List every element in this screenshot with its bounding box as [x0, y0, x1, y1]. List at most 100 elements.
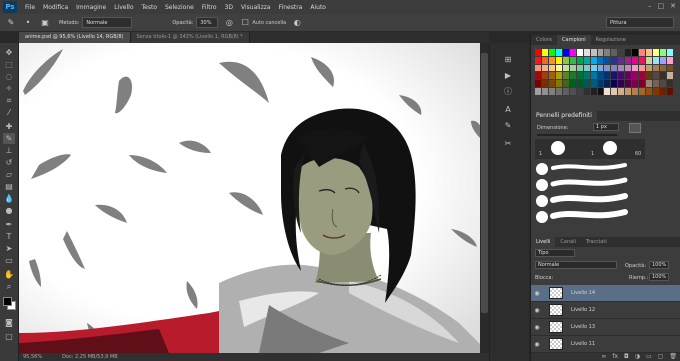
gradient-tool-icon[interactable]: ▤: [3, 181, 15, 192]
tab-campioni[interactable]: Campioni: [557, 35, 591, 45]
layer-filter-select[interactable]: Tipo: [535, 249, 575, 257]
color-swatch[interactable]: [562, 56, 569, 64]
color-swatch[interactable]: [569, 72, 576, 80]
marquee-tool-icon[interactable]: ⬚: [3, 59, 15, 70]
color-swatch[interactable]: [535, 88, 541, 95]
new-preset-icon[interactable]: [629, 123, 641, 133]
color-swatch[interactable]: [632, 88, 639, 95]
new-layer-icon[interactable]: ▢: [658, 353, 664, 361]
color-swatch[interactable]: [667, 64, 673, 72]
color-swatch[interactable]: [590, 88, 597, 95]
eraser-tool-icon[interactable]: ▱: [3, 169, 15, 180]
color-swatch[interactable]: [562, 64, 569, 72]
color-swatch[interactable]: [583, 88, 590, 95]
brush-presets-title[interactable]: Pennelli predefiniti: [531, 111, 597, 121]
color-swatch[interactable]: [604, 64, 611, 72]
color-swatch[interactable]: [639, 64, 646, 72]
layer-style-icon[interactable]: fx: [612, 353, 618, 361]
color-swatch[interactable]: [535, 80, 541, 88]
color-swatch[interactable]: [576, 56, 583, 64]
crop-tool-icon[interactable]: ⌗: [3, 95, 15, 106]
color-swatch[interactable]: [611, 88, 618, 95]
color-swatch[interactable]: [583, 49, 590, 56]
color-swatch[interactable]: [625, 88, 632, 95]
add-mask-icon[interactable]: ◘: [624, 353, 629, 361]
path-select-tool-icon[interactable]: ➤: [3, 243, 15, 254]
color-swatch[interactable]: [660, 56, 667, 64]
color-swatch[interactable]: [541, 56, 548, 64]
color-swatch[interactable]: [611, 80, 618, 88]
color-swatch[interactable]: [555, 64, 562, 72]
color-swatch[interactable]: [646, 64, 653, 72]
color-swatch[interactable]: [569, 56, 576, 64]
quick-select-tool-icon[interactable]: ✧: [3, 83, 15, 94]
actions-panel-icon[interactable]: ▶: [501, 69, 515, 81]
color-swatch[interactable]: [632, 80, 639, 88]
color-swatch[interactable]: [639, 49, 646, 56]
foreground-color-swatch-top[interactable]: [3, 297, 12, 306]
auto-cancella-checkbox[interactable]: ☐: [239, 17, 251, 29]
color-swatch[interactable]: [611, 64, 618, 72]
color-swatch[interactable]: [653, 49, 660, 56]
color-swatch[interactable]: [569, 49, 576, 56]
menu-file[interactable]: File: [25, 4, 35, 11]
color-swatch[interactable]: [667, 72, 673, 80]
tool-presets-icon[interactable]: ✂: [501, 137, 515, 149]
color-swatch[interactable]: [660, 64, 667, 72]
color-swatch[interactable]: [590, 56, 597, 64]
layer-fill-input[interactable]: 100%: [649, 273, 669, 281]
color-swatch[interactable]: [576, 80, 583, 88]
color-swatch[interactable]: [590, 80, 597, 88]
color-swatch[interactable]: [660, 49, 667, 56]
close-icon[interactable]: ✕: [670, 2, 676, 10]
color-swatch[interactable]: [597, 64, 604, 72]
color-swatch[interactable]: [569, 64, 576, 72]
lasso-tool-icon[interactable]: ◌: [3, 71, 15, 82]
color-swatch[interactable]: [535, 56, 541, 64]
color-swatch[interactable]: [541, 64, 548, 72]
menu-livello[interactable]: Livello: [114, 4, 133, 11]
color-swatch[interactable]: [541, 88, 548, 95]
color-swatch[interactable]: [583, 56, 590, 64]
menu-immagine[interactable]: Immagine: [76, 4, 106, 11]
color-swatch[interactable]: [639, 72, 646, 80]
color-swatch[interactable]: [590, 72, 597, 80]
color-swatch[interactable]: [625, 56, 632, 64]
color-swatch[interactable]: [555, 56, 562, 64]
color-swatch[interactable]: [632, 72, 639, 80]
color-swatch[interactable]: [653, 80, 660, 88]
move-tool-icon[interactable]: ✥: [3, 47, 15, 58]
color-swatch[interactable]: [667, 88, 673, 95]
color-swatch[interactable]: [625, 64, 632, 72]
color-swatch[interactable]: [618, 88, 625, 95]
color-swatch[interactable]: [548, 64, 555, 72]
brush-tip-hard-round[interactable]: [551, 141, 565, 155]
brush-panel-icon[interactable]: ✎: [501, 119, 515, 131]
color-swatch[interactable]: [562, 49, 569, 56]
color-swatch[interactable]: [583, 72, 590, 80]
color-swatch[interactable]: [535, 49, 541, 56]
color-swatch[interactable]: [541, 80, 548, 88]
opacita-input[interactable]: 30%: [196, 17, 219, 28]
color-swatch[interactable]: [660, 72, 667, 80]
healing-tool-icon[interactable]: ✚: [3, 121, 15, 132]
color-swatch[interactable]: [535, 72, 541, 80]
hand-tool-icon[interactable]: ✋: [3, 269, 15, 280]
delete-layer-icon[interactable]: 🗑: [669, 353, 677, 361]
screen-mode-icon[interactable]: ▢: [3, 331, 15, 342]
color-swatch[interactable]: [597, 72, 604, 80]
blend-mode-select[interactable]: Normale: [535, 261, 617, 269]
color-swatch[interactable]: [548, 80, 555, 88]
color-swatch[interactable]: [562, 80, 569, 88]
brush-tool-icon[interactable]: ✎: [3, 133, 15, 144]
eye-icon[interactable]: ◉: [531, 290, 543, 297]
info-panel-icon[interactable]: ⓘ: [501, 85, 515, 97]
color-swatch[interactable]: [541, 49, 548, 56]
tab-anime[interactable]: anime.psd @ 95,6% (Livello 14, RGB/8): [19, 32, 131, 43]
color-swatch[interactable]: [555, 88, 562, 95]
color-swatch[interactable]: [646, 88, 653, 95]
color-swatch[interactable]: [583, 64, 590, 72]
menu-filtro[interactable]: Filtro: [202, 4, 217, 11]
color-swatch[interactable]: [618, 80, 625, 88]
color-swatch[interactable]: [618, 72, 625, 80]
